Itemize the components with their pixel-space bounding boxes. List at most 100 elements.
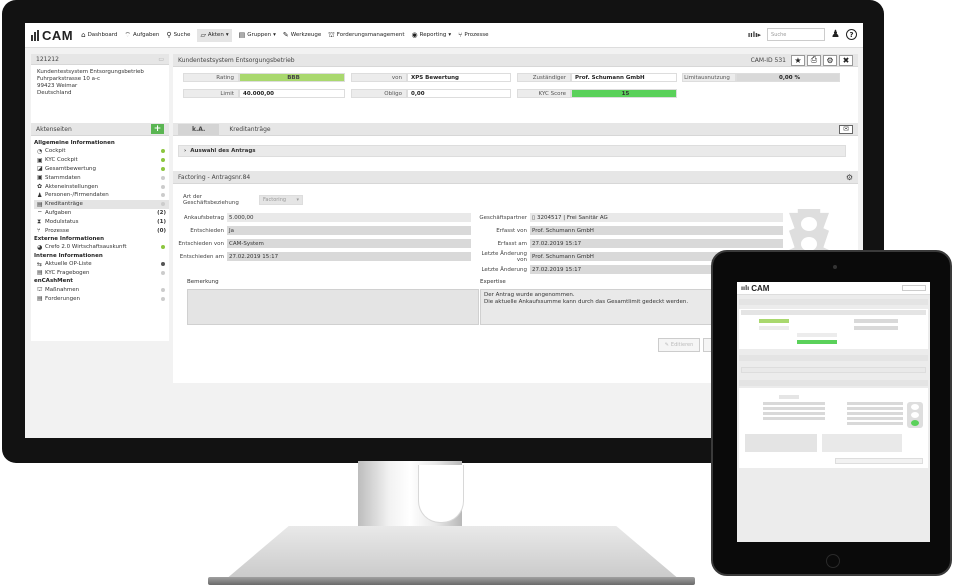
sidebar-item-aufgaben[interactable]: ⌔ Aufgaben (2) bbox=[34, 209, 169, 218]
sidebar-item-forderungen[interactable]: ▤ Forderungen bbox=[34, 294, 169, 303]
chart-icon: ◪ bbox=[37, 165, 43, 173]
camera-icon: ◉ bbox=[411, 30, 418, 39]
dashboard-icon: ◔ bbox=[37, 147, 43, 155]
monitor-base bbox=[225, 526, 680, 580]
antrag-selector[interactable]: › Auswahl des Antrags bbox=[178, 145, 846, 157]
status-dot bbox=[161, 270, 165, 275]
sidebar-item-personen[interactable]: ♟ Personen-/Firmendaten bbox=[34, 191, 169, 200]
sidebar-item-crefo[interactable]: ◕ Crefo 2.0 Wirtschaftsauskunft bbox=[34, 243, 169, 252]
nav-suche[interactable]: ⚲ Suche bbox=[166, 31, 190, 39]
status-dot bbox=[161, 175, 165, 180]
tab-ka[interactable]: k.A. bbox=[178, 123, 220, 135]
chevron-down-icon: ▾ bbox=[273, 32, 276, 38]
wrench-icon: ✎ bbox=[282, 30, 289, 39]
sidebar-section-allgemein: Allgemeine Informationen bbox=[34, 140, 115, 146]
ankaufsbetrag-field: Ankaufsbetrag 5.000,00 bbox=[173, 213, 471, 222]
user-icon[interactable]: ♟ bbox=[831, 29, 840, 40]
home-icon: ⌂ bbox=[81, 30, 86, 39]
sidebar: Aktenseiten + Allgemeine Informationen ◔… bbox=[31, 123, 169, 341]
sidebar-item-gesamtbewertung[interactable]: ◪ Gesamtbewertung bbox=[34, 165, 169, 174]
expertise-label: Expertise bbox=[480, 279, 506, 285]
cam-logo[interactable]: CAM bbox=[31, 28, 73, 43]
gears-icon[interactable]: ⚙ bbox=[846, 173, 853, 182]
bank-icon: ⛫ bbox=[328, 30, 335, 39]
sidebar-item-massnahmen[interactable]: ⛫ Maßnahmen bbox=[34, 285, 169, 294]
status-dot bbox=[161, 202, 165, 207]
tablet-search-input[interactable] bbox=[902, 285, 926, 291]
traffic-light-icon bbox=[907, 402, 923, 428]
status-dot bbox=[161, 296, 165, 301]
folder-icon: ▱ bbox=[200, 30, 206, 39]
search-scope-logo-icon[interactable]: ıılı▸ bbox=[748, 31, 761, 39]
bemerkung-textarea[interactable] bbox=[187, 289, 479, 325]
collapse-icon[interactable]: ▭ bbox=[158, 56, 164, 63]
nav-werkzeuge[interactable]: ✎ Werkzeuge bbox=[282, 30, 321, 39]
sidebar-item-modulstatus[interactable]: ⧗ Modulstatus (1) bbox=[34, 217, 169, 226]
nav-reporting[interactable]: ◉ Reporting ▾ bbox=[411, 30, 452, 39]
document-icon: ▤ bbox=[37, 295, 43, 303]
chevron-down-icon: ▾ bbox=[296, 196, 299, 203]
sidebar-section-intern: Interne Informationen bbox=[34, 252, 103, 259]
sidebar-section-extern: Externe Informationen bbox=[34, 235, 105, 242]
nav-prozesse[interactable]: ⑂ Prozesse bbox=[458, 31, 488, 39]
nav-aufgaben[interactable]: ⌔ Aufgaben bbox=[124, 30, 159, 39]
sidebar-item-kreditantraege[interactable]: ▤ Kreditanträge bbox=[34, 199, 169, 209]
print-icon[interactable]: ⎙ bbox=[807, 54, 821, 66]
gears-icon[interactable]: ⚙ bbox=[823, 54, 837, 66]
status-dot bbox=[161, 287, 165, 292]
obligo-field: Obligo 0,00 bbox=[351, 89, 511, 98]
zustaendiger-field: Zuständiger Prof. Schumann GmbH bbox=[517, 73, 677, 82]
tablet-navbar: ıılı CAM bbox=[737, 282, 930, 295]
search-input[interactable]: Suche bbox=[767, 28, 826, 41]
status-dot bbox=[161, 262, 165, 267]
tablet-form bbox=[739, 388, 928, 468]
help-icon[interactable]: ? bbox=[846, 29, 857, 40]
nav-akten[interactable]: ▱ Akten ▾ bbox=[197, 28, 232, 42]
inbox-icon: ⌔ bbox=[37, 209, 43, 217]
nav-dashboard[interactable]: ⌂ Dashboard bbox=[81, 30, 117, 39]
erfasst-am-field: Erfasst am 27.02.2019 15:17 bbox=[478, 239, 783, 248]
record-name-header: Kundentestsystem Entsorgungsbetrieb CAM-… bbox=[173, 54, 858, 67]
sidebar-item-kyc-fragebogen[interactable]: ▤ KYC Fragebogen bbox=[34, 269, 169, 278]
top-navbar: CAM ⌂ Dashboard ⌔ Aufgaben ⚲ Suche ▱ Akten ▾ … bbox=[25, 23, 863, 48]
logo-bars-icon bbox=[31, 29, 39, 41]
tablet-home-button[interactable] bbox=[826, 554, 840, 568]
star-icon[interactable]: ★ bbox=[791, 54, 805, 66]
status-dot bbox=[161, 193, 165, 198]
sidebar-item-stammdaten[interactable]: ▣ Stammdaten bbox=[34, 173, 169, 182]
tablet-section-header bbox=[739, 380, 928, 386]
art-select[interactable]: Factoring ▾ bbox=[259, 194, 303, 205]
logo-bars-icon: ıılı bbox=[741, 284, 750, 292]
process-icon: ⑂ bbox=[37, 227, 41, 235]
sidebar-item-kyc-cockpit[interactable]: ▣ KYC Cockpit bbox=[34, 156, 169, 165]
sidebar-item-op-liste[interactable]: ⇆ Aktuelle OP-Liste bbox=[34, 260, 169, 269]
document-icon: ▤ bbox=[37, 200, 43, 208]
status-dot bbox=[161, 158, 165, 163]
sidebar-section-encashment: enCAshMent bbox=[34, 278, 73, 285]
sidebar-item-cockpit[interactable]: ◔ Cockpit bbox=[34, 147, 169, 156]
tablet-antrag-selector bbox=[741, 367, 926, 373]
nav-forderungsmanagement[interactable]: ⛫ Forderungsmanagement bbox=[328, 30, 404, 39]
limitauslastung-field: Limitausnutzung 0,00 % bbox=[682, 73, 840, 82]
mail-icon[interactable]: ✉ bbox=[839, 124, 853, 134]
monitor-neck-cutout bbox=[418, 465, 464, 523]
edit-button[interactable]: ✎ Editieren bbox=[658, 338, 700, 352]
add-icon[interactable]: + bbox=[151, 124, 164, 134]
status-dot bbox=[161, 166, 165, 171]
nav-gruppen[interactable]: ▤ Gruppen ▾ bbox=[239, 31, 276, 39]
entschieden-von-field: Entschieden von CAM-System bbox=[173, 239, 471, 248]
kyc-score-field: KYC Score 15 bbox=[517, 89, 677, 98]
tablet-screen: ıılı CAM bbox=[737, 282, 930, 542]
limit-field: Limit 40.000,00 bbox=[183, 89, 345, 98]
status-dot bbox=[161, 184, 165, 189]
cam-logo[interactable]: ıılı CAM bbox=[741, 284, 769, 293]
id-card-icon: ▣ bbox=[37, 156, 43, 164]
globe-icon: ◕ bbox=[37, 243, 43, 251]
sidebar-item-akteneinstellungen[interactable]: ✿ Akteneinstellungen bbox=[34, 182, 169, 191]
gear-icon: ✿ bbox=[37, 183, 43, 191]
record-id-header: 121212 ▭ bbox=[31, 54, 169, 65]
close-icon[interactable]: ✖ bbox=[839, 54, 853, 66]
sidebar-item-prozesse[interactable]: ⑂ Prozesse (0) bbox=[34, 226, 169, 235]
tab-kreditantraege[interactable]: Kreditanträge bbox=[229, 126, 270, 133]
inbox-icon: ⌔ bbox=[124, 30, 131, 39]
